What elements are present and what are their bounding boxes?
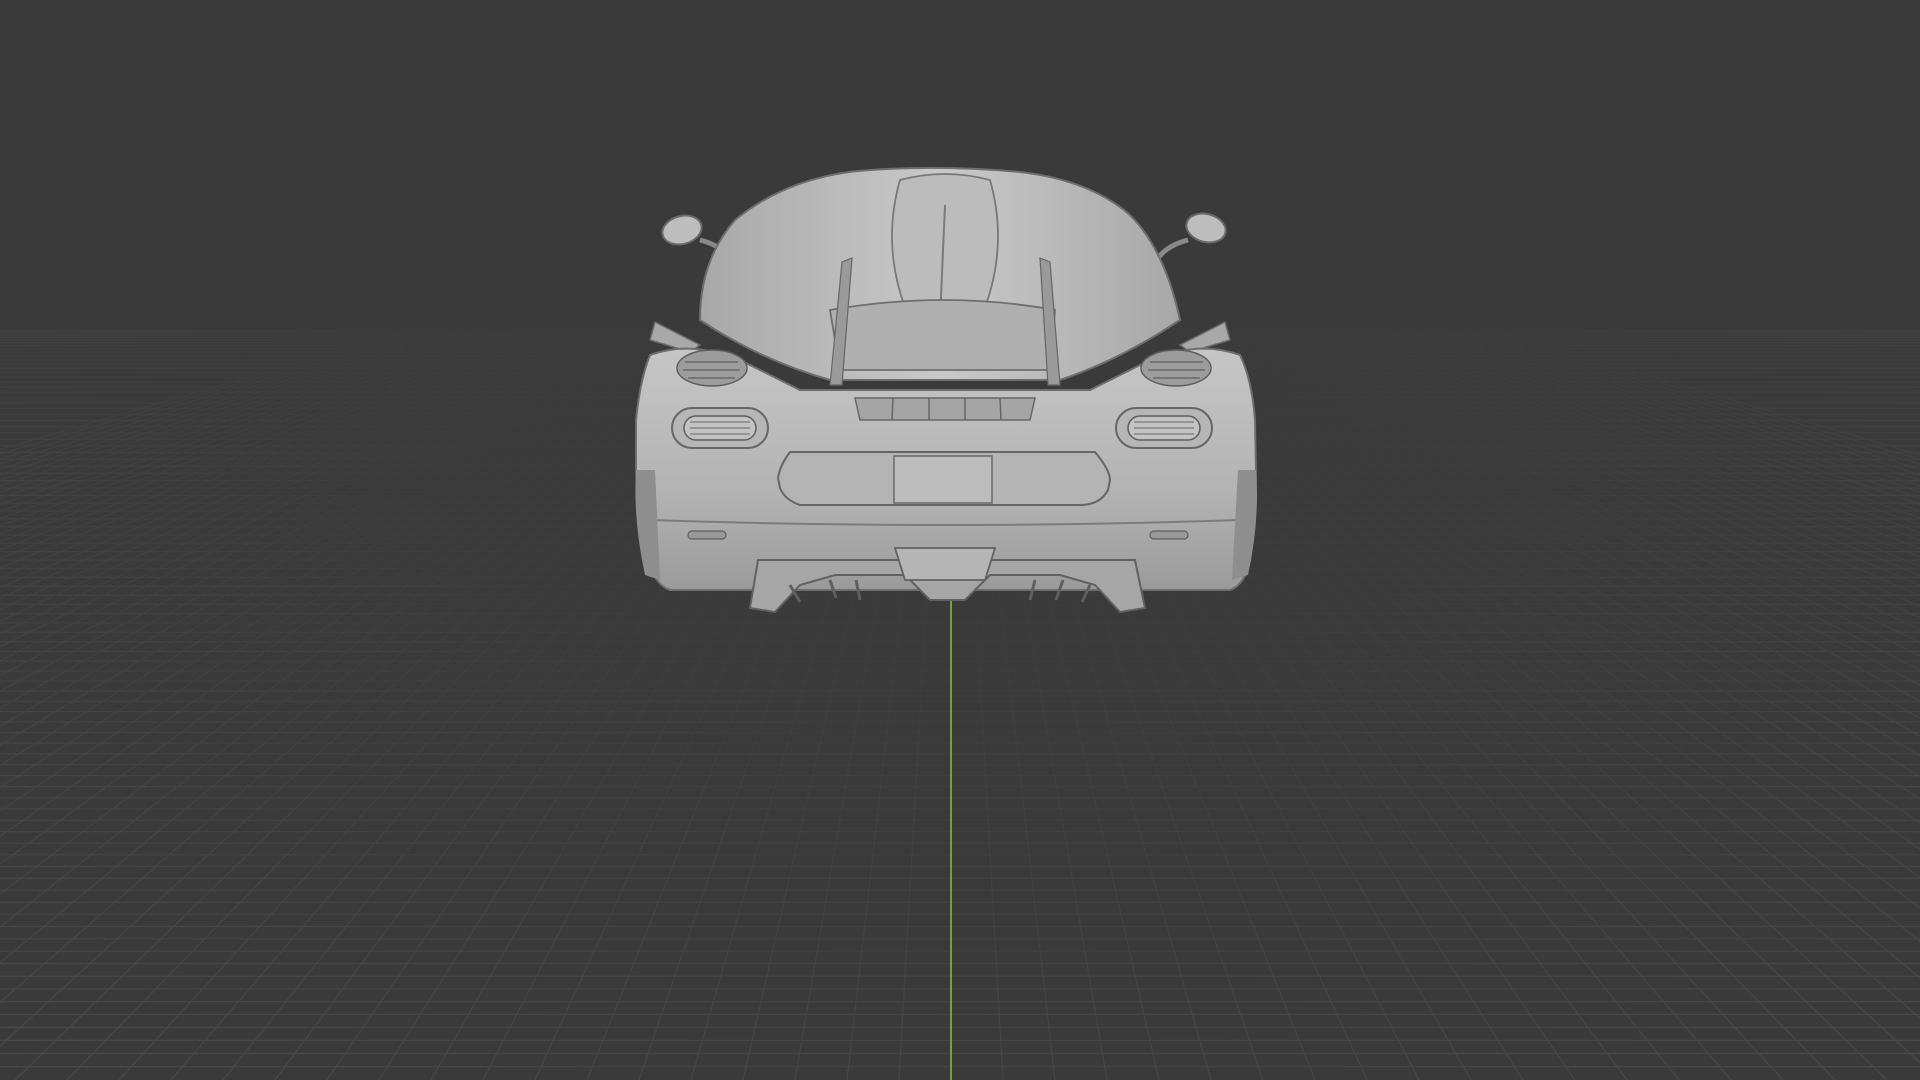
3d-viewport[interactable]	[0, 0, 1920, 1080]
upper-grille	[854, 397, 1036, 421]
left-reflector	[687, 530, 727, 540]
engine-cover	[828, 299, 1056, 371]
left-vent	[676, 349, 748, 387]
right-reflector	[1149, 530, 1189, 540]
license-plate-area	[776, 451, 1112, 506]
roof-spine	[891, 173, 999, 321]
left-tail-light[interactable]	[671, 407, 769, 449]
right-tail-light[interactable]	[1115, 407, 1213, 449]
right-vent	[1140, 349, 1212, 387]
